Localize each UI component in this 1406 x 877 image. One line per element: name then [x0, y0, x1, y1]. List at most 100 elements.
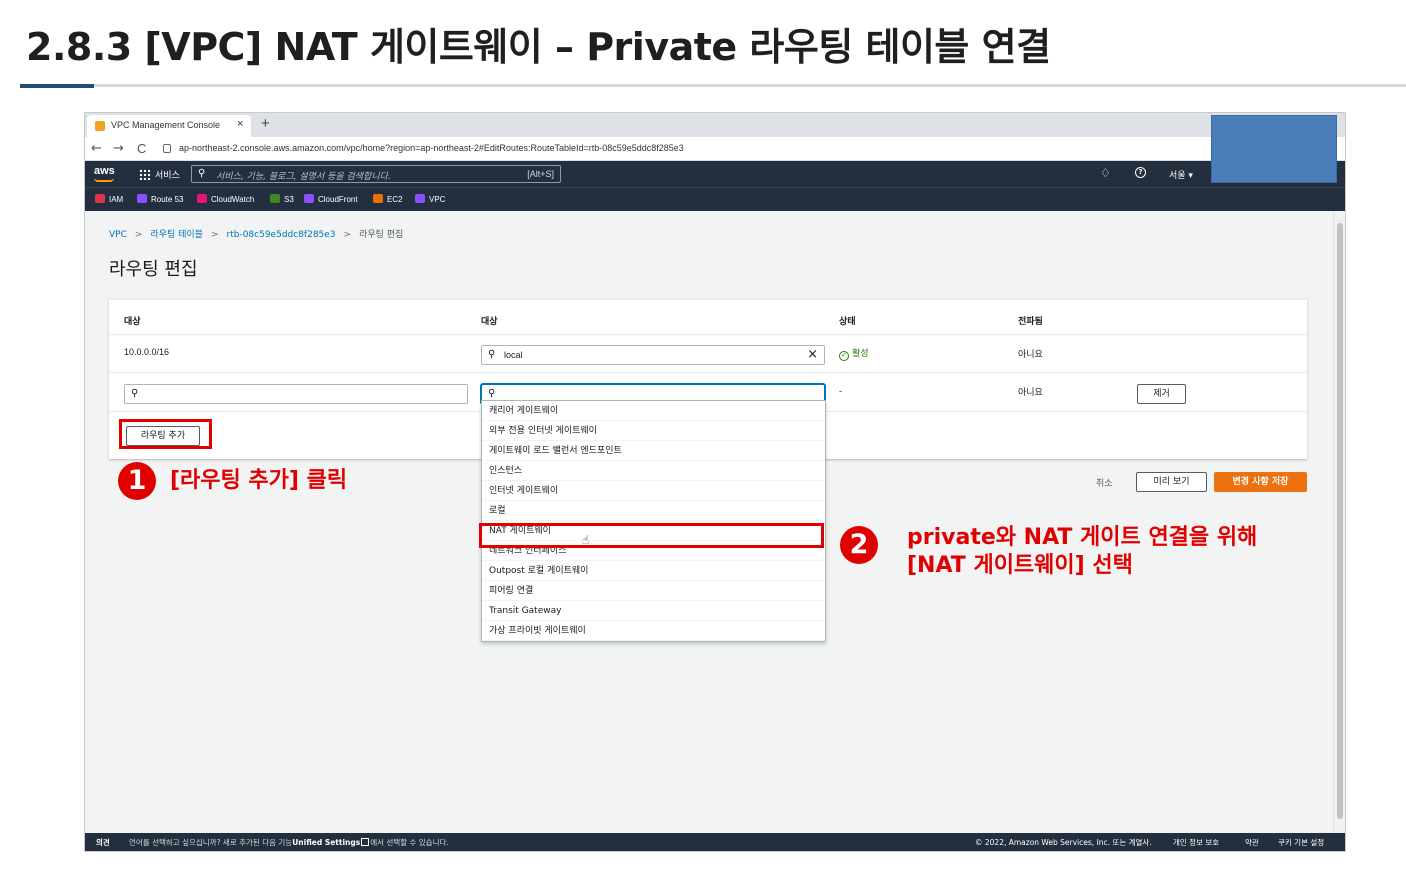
- copyright: © 2022, Amazon Web Services, Inc. 또는 계열사…: [975, 838, 1152, 847]
- favorites-bar: IAM Route 53 CloudWatch S3 CloudFront EC2 VPC: [85, 187, 1345, 211]
- favorite-cloudfront[interactable]: CloudFront: [304, 194, 358, 204]
- new-tab-button[interactable]: +: [261, 115, 270, 132]
- search-icon: ⚲: [488, 349, 496, 360]
- row1-target-input[interactable]: ⚲ local ×: [481, 345, 825, 365]
- bell-icon[interactable]: ♢: [1100, 166, 1111, 180]
- target-option[interactable]: 캐리어 게이트웨이: [482, 401, 825, 421]
- favorite-route-53[interactable]: Route 53: [137, 194, 183, 204]
- services-grid-icon[interactable]: [139, 169, 150, 180]
- title-rule: [20, 84, 1406, 87]
- row2-propagated: 아니요: [1018, 387, 1043, 397]
- service-icon: [304, 194, 314, 203]
- scrollbar[interactable]: [1333, 211, 1345, 833]
- service-icon: [373, 194, 383, 203]
- redaction-box: [1211, 115, 1337, 183]
- favorite-label: EC2: [387, 195, 403, 204]
- header-destination: 대상: [124, 317, 141, 327]
- target-option[interactable]: 외부 전용 인터넷 게이트웨이: [482, 421, 825, 441]
- language-note: 언어를 선택하고 싶으십니까? 새로 추가된 다음 기능Unified Sett…: [129, 833, 449, 851]
- breadcrumb-route-tables[interactable]: 라우팅 테이블: [150, 230, 203, 240]
- tab-bar: VPC Management Console × +: [85, 113, 1345, 137]
- cancel-button[interactable]: 취소: [1096, 476, 1113, 489]
- region-selector[interactable]: 서울 ▾: [1169, 168, 1193, 181]
- scroll-thumb[interactable]: [1337, 223, 1343, 819]
- target-option[interactable]: 로컬: [482, 501, 825, 521]
- breadcrumb: VPC > 라우팅 테이블 > rtb-08c59e5ddc8f285e3 > 라우팅 편집: [109, 227, 403, 240]
- service-icon: [95, 194, 105, 203]
- forward-arrow-icon[interactable]: →: [113, 141, 124, 156]
- step2-highlight-box: [479, 523, 824, 548]
- breadcrumb-current: 라우팅 편집: [359, 230, 404, 240]
- favorite-label: CloudWatch: [211, 195, 255, 204]
- feedback-link[interactable]: 의견: [96, 833, 110, 851]
- favorite-label: IAM: [109, 195, 124, 204]
- target-option[interactable]: Outpost 로컬 게이트웨이: [482, 561, 825, 581]
- aws-search-input[interactable]: ⚲ 서비스, 기능, 블로그, 설명서 등을 검색합니다. [Alt+S]: [191, 165, 561, 183]
- step1-number: 1: [118, 462, 156, 500]
- preview-button[interactable]: 미리 보기: [1136, 472, 1207, 492]
- page-title: 라우팅 편집: [109, 259, 198, 280]
- service-icon: [137, 194, 147, 203]
- save-changes-button[interactable]: 변경 사항 저장: [1214, 472, 1307, 492]
- target-option[interactable]: 피어링 연결: [482, 581, 825, 601]
- target-option[interactable]: 인터넷 게이트웨이: [482, 481, 825, 501]
- back-arrow-icon[interactable]: ←: [91, 141, 102, 156]
- title-rule-accent: [20, 84, 94, 88]
- row1-destination: 10.0.0.0/16: [124, 347, 170, 357]
- step1-text: [라우팅 추가] 클릭: [170, 468, 348, 493]
- favorite-label: S3: [284, 195, 294, 204]
- service-icon: [270, 194, 280, 203]
- favorite-iam[interactable]: IAM: [95, 194, 123, 204]
- remove-button[interactable]: 제거: [1137, 384, 1186, 404]
- breadcrumb-separator: >: [134, 230, 143, 240]
- target-option[interactable]: 게이트웨이 로드 밸런서 엔드포인트: [482, 441, 825, 461]
- aws-top-nav: aws 서비스 ⚲ 서비스, 기능, 블로그, 설명서 등을 검색합니다. [A…: [85, 161, 1345, 187]
- tab-close-icon[interactable]: ×: [237, 118, 243, 130]
- favorite-s3[interactable]: S3: [270, 194, 294, 204]
- external-link-icon: [361, 838, 370, 846]
- address-bar: ← → C ap-northeast-2.console.aws.amazon.…: [85, 137, 1345, 161]
- console-footer: 의견 언어를 선택하고 싶으십니까? 새로 추가된 다음 기능Unified S…: [85, 833, 1345, 851]
- header-target: 대상: [481, 317, 498, 327]
- row2-destination-input[interactable]: ⚲: [124, 384, 468, 404]
- breadcrumb-rtb-id[interactable]: rtb-08c59e5ddc8f285e3: [227, 230, 336, 240]
- search-icon: ⚲: [488, 388, 496, 399]
- step2-text-line1: private와 NAT 게이트 연결을 위해: [907, 525, 1258, 550]
- aws-favicon-icon: [95, 121, 105, 131]
- search-icon: ⚲: [131, 388, 139, 399]
- privacy-link[interactable]: 개인 정보 보호: [1173, 833, 1219, 851]
- help-icon[interactable]: ?: [1135, 167, 1146, 178]
- target-option[interactable]: 가상 프라이빗 게이트웨이: [482, 621, 825, 641]
- breadcrumb-vpc[interactable]: VPC: [109, 230, 127, 240]
- cookie-preferences-link[interactable]: 쿠키 기본 설정: [1278, 833, 1324, 851]
- header-propagated: 전파됨: [1018, 317, 1043, 327]
- clear-icon[interactable]: ×: [807, 347, 818, 362]
- services-menu[interactable]: 서비스: [155, 168, 180, 181]
- service-icon: [415, 194, 425, 203]
- breadcrumb-separator: >: [343, 230, 352, 240]
- step2-number: 2: [840, 526, 878, 564]
- row1-target-value: local: [504, 350, 523, 360]
- header-status: 상태: [839, 317, 856, 327]
- target-option[interactable]: Transit Gateway: [482, 601, 825, 621]
- row-divider: [109, 334, 1307, 335]
- reload-icon[interactable]: C: [137, 141, 146, 156]
- url-field[interactable]: ap-northeast-2.console.aws.amazon.com/vp…: [179, 143, 684, 153]
- unified-settings-link[interactable]: Unified Settings: [292, 838, 360, 847]
- favorite-cloudwatch[interactable]: CloudWatch: [197, 194, 254, 204]
- target-dropdown: 캐리어 게이트웨이 외부 전용 인터넷 게이트웨이 게이트웨이 로드 밸런서 엔드포…: [481, 400, 826, 642]
- row1-propagated: 아니요: [1018, 349, 1043, 359]
- browser-tab[interactable]: VPC Management Console ×: [87, 115, 251, 137]
- console-content: VPC > 라우팅 테이블 > rtb-08c59e5ddc8f285e3 > 라우팅 편집…: [85, 211, 1335, 833]
- favorite-label: Route 53: [151, 195, 184, 204]
- favorite-ec2[interactable]: EC2: [373, 194, 403, 204]
- target-option[interactable]: 인스턴스: [482, 461, 825, 481]
- slide-title: 2.8.3 [VPC] NAT 게이트웨이 – Private 라우팅 테이블 …: [26, 25, 1051, 69]
- favorite-vpc[interactable]: VPC: [415, 194, 445, 204]
- aws-smile-icon: [94, 178, 114, 182]
- terms-link[interactable]: 약관: [1245, 833, 1259, 851]
- aws-logo[interactable]: aws: [94, 165, 115, 177]
- language-note-suffix: 에서 선택할 수 있습니다.: [370, 838, 449, 847]
- row1-status-label: 활성: [852, 349, 869, 359]
- search-icon: ⚲: [198, 168, 206, 179]
